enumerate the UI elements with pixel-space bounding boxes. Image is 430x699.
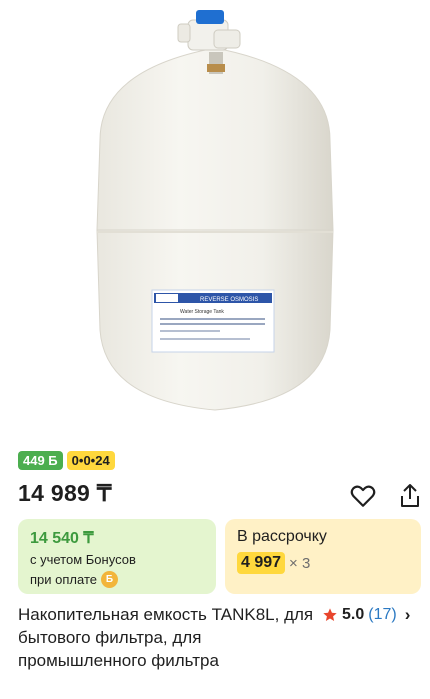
bonus-payment-label: при оплате bbox=[30, 572, 97, 587]
promo-badges: 449 Б 0•0•24 bbox=[18, 451, 115, 470]
bonus-badge: 449 Б bbox=[18, 451, 63, 470]
installment-times: × 3 bbox=[289, 554, 311, 572]
product-image[interactable]: REVERSE OSMOSIS Water Storage Tank bbox=[0, 0, 430, 445]
heart-icon[interactable] bbox=[349, 482, 377, 510]
label-line2: Water Storage Tank bbox=[180, 309, 224, 315]
rating-value: 5.0 bbox=[342, 605, 365, 623]
price: 14 989 ₸ bbox=[18, 480, 112, 506]
installment-badge: 0•0•24 bbox=[66, 451, 115, 470]
rating-link[interactable]: 5.0 (17) › bbox=[322, 603, 410, 626]
share-icon[interactable] bbox=[396, 482, 424, 510]
star-icon bbox=[323, 607, 337, 621]
installment-card[interactable]: В рассрочку 4 997 × 3 bbox=[225, 519, 421, 594]
price-row: 14 989 ₸ bbox=[18, 480, 428, 510]
installment-amount: 4 997 bbox=[237, 552, 286, 574]
title-row: Накопительная емкость TANK8L, для бытово… bbox=[18, 603, 423, 672]
bonus-price-card[interactable]: 14 540 ₸ с учетом Бонусов при оплате Б bbox=[18, 519, 216, 594]
reviews-count: (17) bbox=[368, 605, 397, 623]
label-line1: REVERSE OSMOSIS bbox=[200, 297, 258, 303]
product-title: Накопительная емкость TANK8L, для бытово… bbox=[18, 605, 314, 670]
installment-title: В рассрочку bbox=[237, 528, 327, 545]
bonus-coin-icon: Б bbox=[100, 571, 118, 588]
bonus-note: с учетом Бонусов bbox=[30, 552, 136, 567]
bonus-price: 14 540 ₸ bbox=[30, 530, 94, 547]
chevron-right-icon: › bbox=[404, 604, 411, 624]
installment-row: 4 997 × 3 bbox=[237, 552, 409, 574]
bonus-payment-row: при оплате Б bbox=[30, 571, 204, 588]
